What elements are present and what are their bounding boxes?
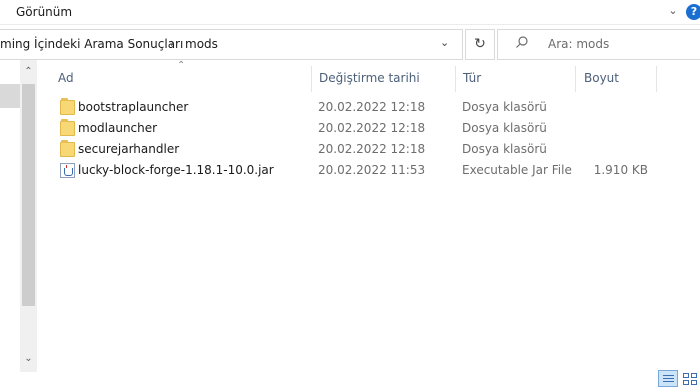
breadcrumb-mods[interactable]: mods: [185, 37, 218, 51]
column-divider[interactable]: [311, 66, 312, 92]
column-divider[interactable]: [656, 66, 657, 92]
details-view-icon: [663, 375, 674, 376]
details-view-icon: [663, 378, 674, 379]
menu-view[interactable]: Görünüm: [16, 5, 72, 19]
file-date: 20.02.2022 12:18: [318, 142, 426, 156]
column-headers: ⌃ Ad Değiştirme tarihi Tür Boyut: [37, 60, 700, 97]
folder-icon: [60, 98, 75, 115]
column-divider[interactable]: [575, 66, 576, 92]
search-icon: [516, 36, 528, 48]
ribbon-bar: Görünüm ⌄ ?: [0, 0, 700, 25]
file-size: 1.910 KB: [593, 163, 648, 177]
large-icons-view-button[interactable]: [680, 370, 700, 387]
folder-icon: [60, 140, 75, 157]
column-divider[interactable]: [455, 66, 456, 92]
refresh-icon: ↻: [474, 36, 486, 52]
folder-icon: [60, 119, 75, 136]
help-icon[interactable]: ?: [686, 4, 700, 20]
ribbon-collapse-chevron-icon[interactable]: ⌄: [666, 2, 680, 20]
file-type: Dosya klasörü: [462, 142, 547, 156]
file-name[interactable]: modlauncher: [78, 121, 157, 135]
scroll-up-icon[interactable]: ⌃: [20, 66, 37, 77]
scroll-down-icon[interactable]: ⌄: [20, 353, 37, 364]
file-date: 20.02.2022 11:53: [318, 163, 426, 177]
file-row[interactable]: lucky-block-forge-1.18.1-10.0.jar 20.02.…: [56, 160, 656, 181]
navigation-selected-item[interactable]: [0, 84, 20, 108]
search-box[interactable]: Ara: mods: [497, 29, 700, 60]
column-header-date[interactable]: Değiştirme tarihi: [319, 71, 420, 85]
file-type: Dosya klasörü: [462, 100, 547, 114]
details-view-icon: [663, 381, 674, 382]
large-icons-view-icon: [683, 380, 689, 385]
file-row[interactable]: securejarhandler 20.02.2022 12:18 Dosya …: [56, 139, 656, 160]
file-row[interactable]: bootstraplauncher 20.02.2022 12:18 Dosya…: [56, 97, 656, 118]
large-icons-view-icon: [683, 373, 689, 378]
view-switcher: [658, 370, 700, 387]
jar-cup-icon: [64, 168, 73, 176]
search-input[interactable]: Ara: mods: [548, 37, 609, 51]
file-type: Dosya klasörü: [462, 121, 547, 135]
file-row[interactable]: modlauncher 20.02.2022 12:18 Dosya klasö…: [56, 118, 656, 139]
file-date: 20.02.2022 12:18: [318, 121, 426, 135]
breadcrumb-separator-icon[interactable]: ›: [170, 36, 175, 50]
navigation-pane[interactable]: [0, 60, 20, 387]
navigation-scrollbar[interactable]: ⌃ ⌄: [20, 60, 37, 372]
large-icons-view-icon: [691, 373, 697, 378]
file-type: Executable Jar File: [462, 163, 572, 177]
breadcrumb-search-results[interactable]: ming İçindeki Arama Sonuçları: [0, 37, 183, 51]
sort-ascending-icon: ⌃: [177, 60, 186, 71]
column-header-size[interactable]: Boyut: [584, 71, 619, 85]
large-icons-view-icon: [691, 380, 697, 385]
details-view-button[interactable]: [658, 370, 678, 387]
file-date: 20.02.2022 12:18: [318, 100, 426, 114]
file-name[interactable]: lucky-block-forge-1.18.1-10.0.jar: [78, 163, 274, 177]
scrollbar-thumb[interactable]: [22, 84, 35, 306]
address-history-dropdown-icon[interactable]: ⌄: [440, 36, 449, 49]
column-header-type[interactable]: Tür: [463, 71, 481, 85]
jar-file-icon: [60, 163, 75, 178]
address-bar[interactable]: ming İçindeki Arama Sonuçları › mods ⌄: [0, 29, 463, 60]
refresh-button[interactable]: ↻: [465, 29, 495, 60]
column-header-name[interactable]: Ad: [58, 71, 74, 85]
file-name[interactable]: bootstraplauncher: [78, 100, 188, 114]
file-name[interactable]: securejarhandler: [78, 142, 179, 156]
